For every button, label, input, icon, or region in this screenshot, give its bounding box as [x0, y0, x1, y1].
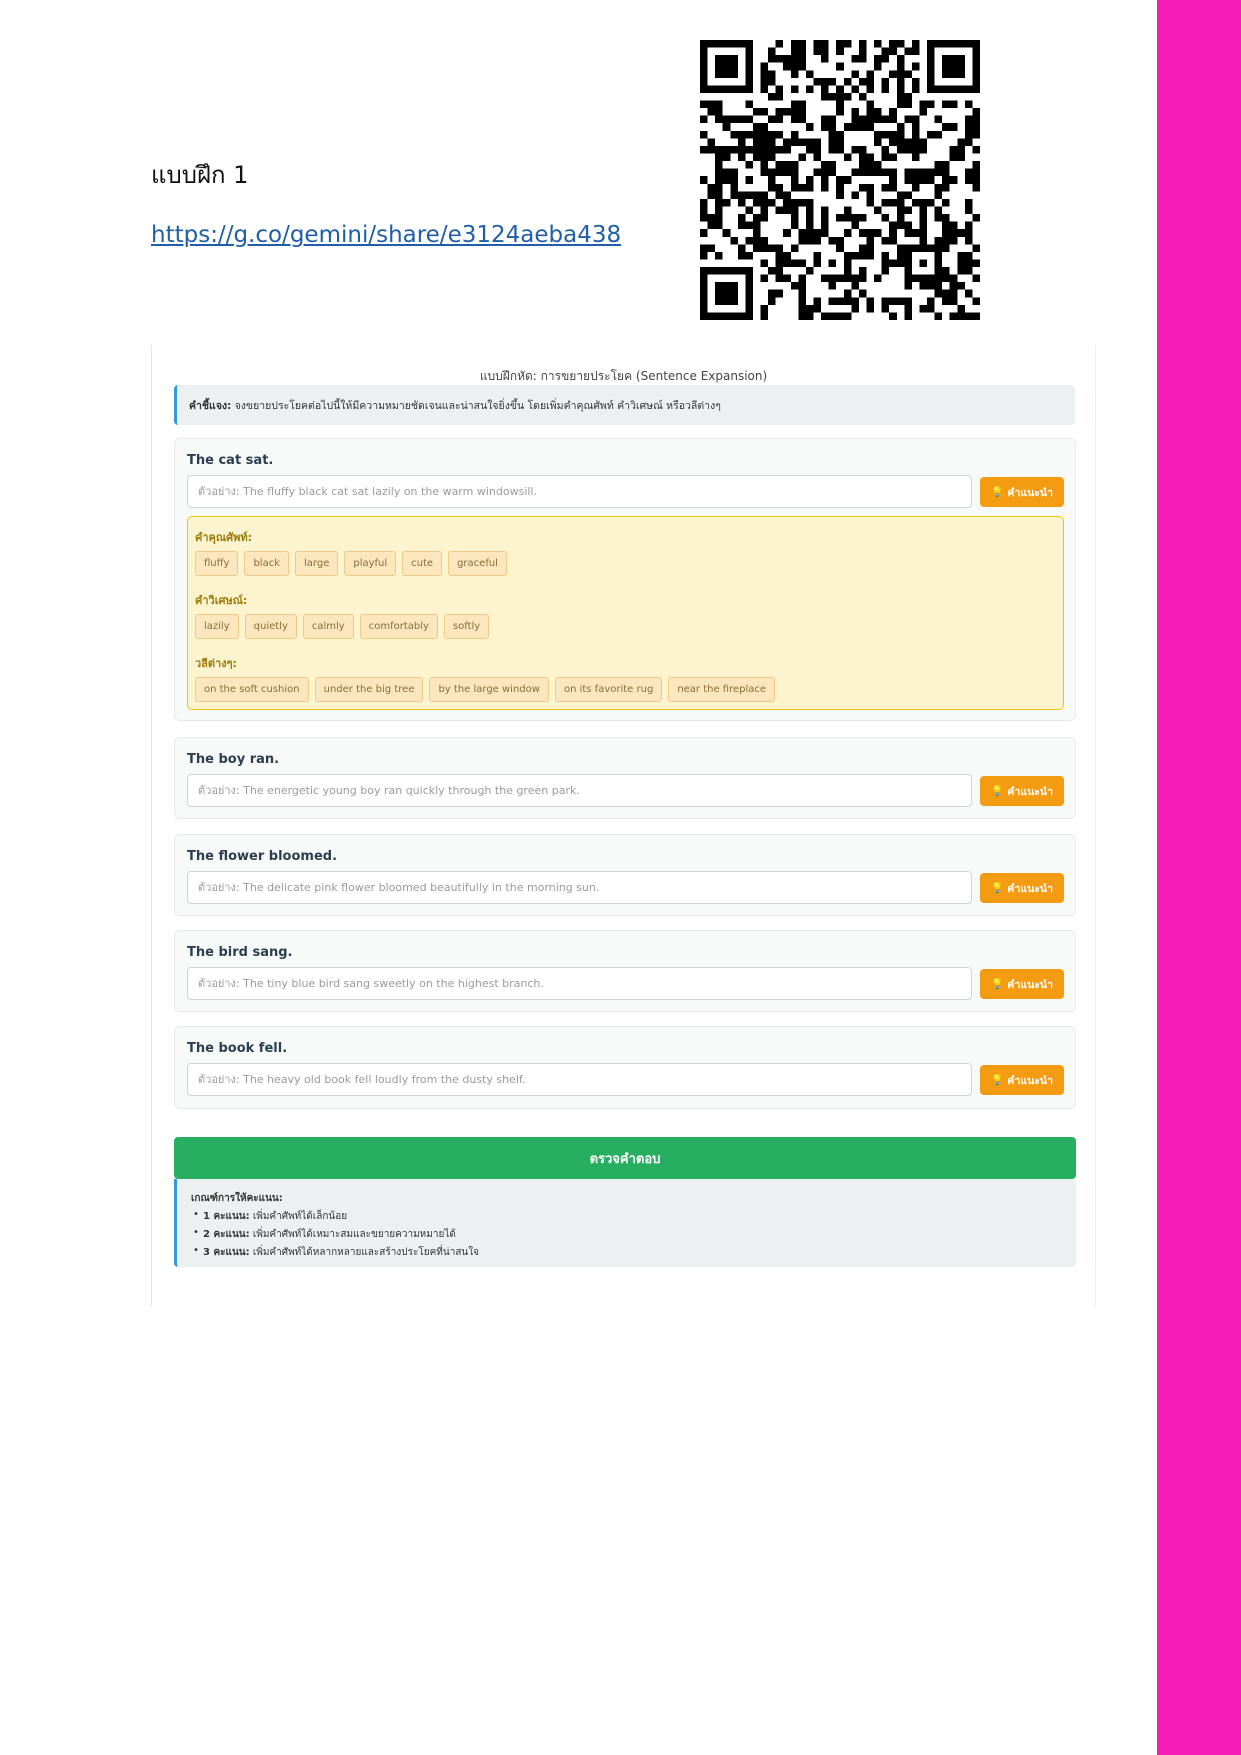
sentence-prompt: The cat sat.	[187, 453, 274, 468]
word-chip[interactable]: by the large window	[429, 677, 549, 702]
adjectives-heading: คำคุณศัพท์:	[195, 531, 252, 544]
adverb-chips: lazily quietly calmly comfortably softly	[195, 614, 490, 639]
hint-button-label: คำแนะนำ	[1007, 882, 1054, 895]
pink-side-bar	[1157, 0, 1241, 1755]
criteria-item: 3 คะแนน: เพิ่มคำศัพท์ได้หลากหลายและสร้าง…	[191, 1245, 1062, 1260]
check-answers-button[interactable]: ตรวจคำตอบ	[174, 1137, 1076, 1179]
answer-input[interactable]	[187, 475, 972, 508]
word-chip[interactable]: on the soft cushion	[195, 677, 309, 702]
word-chip[interactable]: fluffy	[195, 551, 239, 576]
criteria-item: 1 คะแนน: เพิ่มคำศัพท์ได้เล็กน้อย	[191, 1209, 1062, 1224]
app-title: แบบฝึกหัด: การขยายประโยค (Sentence Expan…	[479, 369, 768, 383]
hint-button-label: คำแนะนำ	[1007, 978, 1054, 991]
criteria-text: เพิ่มคำศัพท์ได้เล็กน้อย	[252, 1211, 348, 1222]
sentence-prompt: The book fell.	[187, 1041, 288, 1056]
hint-button[interactable]: 💡 คำแนะนำ	[980, 776, 1064, 806]
exercise-card: The cat sat. 💡คำแนะนำ คำคุณศัพท์: fluffy…	[174, 438, 1076, 721]
hint-button-label: คำแนะนำ	[1007, 486, 1054, 499]
qr-code-icon	[700, 40, 980, 320]
criteria-title: เกณฑ์การให้คะแนน:	[191, 1193, 283, 1204]
word-chip[interactable]: black	[244, 551, 289, 576]
criteria-text: เพิ่มคำศัพท์ได้หลากหลายและสร้างประโยคที่…	[252, 1247, 480, 1258]
gemini-share-link[interactable]: https://g.co/gemini/share/e3124aeba438	[151, 222, 621, 248]
word-chip[interactable]: quietly	[244, 614, 297, 639]
criteria-score: 3 คะแนน:	[203, 1247, 250, 1258]
word-chip[interactable]: graceful	[448, 551, 507, 576]
hint-button[interactable]: 💡 คำแนะนำ	[980, 1065, 1064, 1095]
adverbs-heading: คำวิเศษณ์:	[195, 594, 248, 607]
criteria-score: 1 คะแนน:	[203, 1211, 250, 1222]
lightbulb-icon: 💡	[990, 785, 1004, 797]
exercise-app: แบบฝึกหัด: การขยายประโยค (Sentence Expan…	[151, 345, 1096, 1307]
sentence-prompt: The boy ran.	[187, 752, 280, 767]
answer-input[interactable]	[187, 774, 972, 807]
word-chip[interactable]: comfortably	[359, 614, 438, 639]
word-chip[interactable]: calmly	[302, 614, 354, 639]
sentence-prompt: The bird sang.	[187, 945, 293, 960]
exercise-card: The flower bloomed. 💡คำแนะนำ	[174, 834, 1076, 916]
word-chip[interactable]: cute	[402, 551, 443, 576]
criteria-item: 2 คะแนน: เพิ่มคำศัพท์ได้เหมาะสมและขยายคว…	[191, 1227, 1062, 1242]
word-chip[interactable]: large	[295, 551, 339, 576]
hint-button-label: คำแนะนำ	[1007, 785, 1054, 798]
word-chip[interactable]: lazily	[195, 614, 239, 639]
criteria-text: เพิ่มคำศัพท์ได้เหมาะสมและขยายความหมายได้	[252, 1229, 456, 1240]
answer-input[interactable]	[187, 871, 972, 904]
hint-button-label: คำแนะนำ	[1007, 1074, 1054, 1087]
hint-button[interactable]: 💡 คำแนะนำ	[980, 873, 1064, 903]
word-chip[interactable]: softly	[443, 614, 490, 639]
answer-input[interactable]	[187, 967, 972, 1000]
phrase-chips: on the soft cushion under the big tree b…	[195, 677, 776, 702]
lightbulb-icon: 💡	[990, 1074, 1004, 1086]
phrases-heading: วลีต่างๆ:	[195, 657, 237, 670]
answer-input[interactable]	[187, 1063, 972, 1096]
lightbulb-icon: 💡	[990, 486, 1004, 498]
exercise-card: The book fell. 💡คำแนะนำ	[174, 1026, 1076, 1109]
criteria-score: 2 คะแนน:	[203, 1229, 250, 1240]
scoring-criteria: เกณฑ์การให้คะแนน: 1 คะแนน: เพิ่มคำศัพท์ไ…	[174, 1179, 1076, 1267]
word-chip[interactable]: near the fireplace	[668, 677, 776, 702]
word-chip[interactable]: under the big tree	[314, 677, 424, 702]
exercise-card: The bird sang. 💡คำแนะนำ	[174, 930, 1076, 1012]
lightbulb-icon: 💡	[990, 978, 1004, 990]
instructions-text: จงขยายประโยคต่อไปนี้ให้มีความหมายชัดเจนแ…	[234, 400, 721, 412]
word-chip[interactable]: playful	[344, 551, 397, 576]
instructions-label: คำชี้แจง:	[189, 400, 232, 412]
page-title: แบบฝึก 1	[151, 161, 249, 189]
hint-button[interactable]: 💡 คำแนะนำ	[980, 969, 1064, 999]
word-chip[interactable]: on its favorite rug	[554, 677, 663, 702]
hint-button[interactable]: 💡 คำแนะนำ	[980, 477, 1064, 507]
adjective-chips: fluffy black large playful cute graceful	[195, 551, 507, 576]
sentence-prompt: The flower bloomed.	[187, 849, 338, 864]
exercise-card: The boy ran. 💡คำแนะนำ	[174, 737, 1076, 819]
criteria-list: 1 คะแนน: เพิ่มคำศัพท์ได้เล็กน้อย 2 คะแนน…	[191, 1209, 1062, 1260]
lightbulb-icon: 💡	[990, 882, 1004, 894]
instructions-box: คำชี้แจง: จงขยายประโยคต่อไปนี้ให้มีความห…	[174, 385, 1075, 425]
hint-panel: คำคุณศัพท์: fluffy black large playful c…	[187, 516, 1064, 710]
